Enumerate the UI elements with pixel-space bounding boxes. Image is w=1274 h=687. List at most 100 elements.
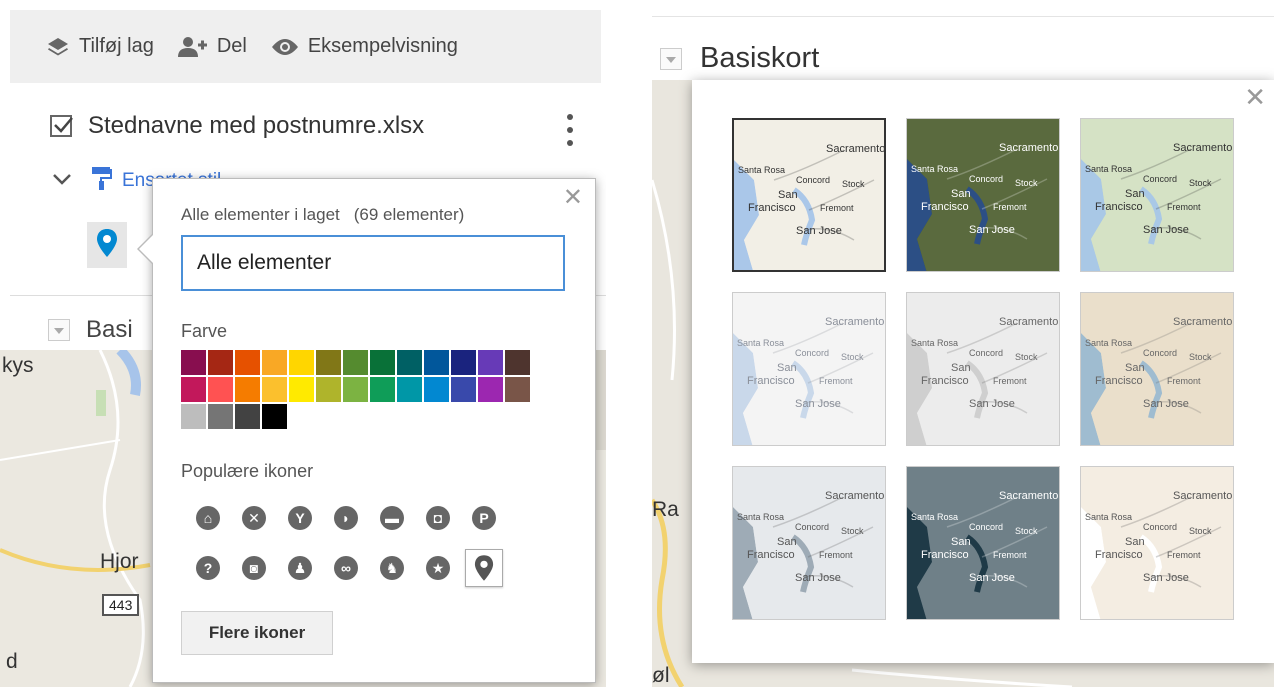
basemap-city-label: Santa Rosa [737, 338, 785, 348]
color-swatch[interactable] [505, 350, 530, 375]
color-swatch[interactable] [208, 350, 233, 375]
basemap-city-label: Santa Rosa [1085, 338, 1133, 348]
color-swatch[interactable] [424, 350, 449, 375]
basemap-mono-city-tile[interactable]: Sacramento Santa Rosa Concord Stock San Franc… [906, 292, 1060, 446]
layers-icon [46, 36, 70, 58]
icon-option[interactable]: ▬ [373, 499, 411, 537]
basemap-city-label: Concord [969, 174, 1004, 184]
basemap-city-label: Fremont [1167, 550, 1201, 560]
icon-option[interactable]: ? [189, 549, 227, 587]
color-swatch[interactable] [316, 377, 341, 402]
basemap-whitewater-tile[interactable]: Sacramento Santa Rosa Concord Stock San Franc… [1080, 466, 1234, 620]
top-divider [652, 16, 1274, 17]
color-swatch[interactable] [262, 404, 287, 429]
color-swatch[interactable] [181, 350, 206, 375]
icon-option[interactable]: P [465, 499, 503, 537]
color-swatch[interactable] [397, 350, 422, 375]
basemap-city-label: San [1125, 188, 1145, 200]
basemap-city-label: Concord [795, 348, 830, 358]
color-swatch[interactable] [208, 377, 233, 402]
color-swatch[interactable] [343, 350, 368, 375]
checkmark-icon [54, 117, 73, 133]
color-swatch[interactable] [316, 350, 341, 375]
basemap-section-label: Basi [86, 316, 133, 343]
layer-visibility-checkbox[interactable] [50, 115, 73, 137]
color-swatch[interactable] [262, 350, 287, 375]
basemap-city-label: San [951, 362, 971, 374]
color-swatch[interactable] [343, 377, 368, 402]
color-swatch[interactable] [478, 350, 503, 375]
basemap-city-label: San Jose [969, 398, 1015, 410]
share-button[interactable]: Del [177, 35, 247, 58]
close-icon[interactable]: ✕ [1244, 82, 1266, 113]
basemap-city-label: Sacramento [999, 142, 1059, 154]
close-icon[interactable]: ✕ [563, 183, 583, 212]
collapse-toggle-icon[interactable] [660, 47, 682, 70]
icon-option[interactable]: ♟ [281, 549, 319, 587]
color-swatch[interactable] [181, 377, 206, 402]
icon-option[interactable]: ◘ [419, 499, 457, 537]
color-swatch[interactable] [478, 377, 503, 402]
map-toolbar: Tilføj lag Del Eksempelvisning [10, 10, 601, 83]
color-swatch[interactable] [289, 377, 314, 402]
add-layer-button[interactable]: Tilføj lag [46, 35, 154, 58]
color-swatch[interactable] [262, 377, 287, 402]
icon-option[interactable]: ♞ [373, 549, 411, 587]
icon-option[interactable]: ◙ [235, 549, 273, 587]
basemap-map-tile[interactable]: Sacramento Santa Rosa Concord Stock San Franc… [732, 118, 886, 272]
color-label: Farve [181, 321, 228, 341]
layer-options-menu-icon[interactable] [560, 112, 580, 148]
map-place-label: Hjor [100, 550, 139, 573]
popup-pointer [139, 234, 154, 264]
hotel-icon: ▬ [380, 506, 404, 530]
preview-button[interactable]: Eksempelvisning [271, 35, 458, 58]
icon-option[interactable]: Y [281, 499, 319, 537]
layer-name[interactable]: Stednavne med postnumre.xlsx [88, 112, 424, 140]
basemap-section-label: Basiskort [700, 42, 820, 74]
basemap-simple-atlas-tile[interactable]: Sacramento Santa Rosa Concord Stock San Franc… [1080, 292, 1234, 446]
icon-option[interactable]: ★ [419, 549, 457, 587]
icon-option[interactable]: ∞ [327, 549, 365, 587]
color-swatch[interactable] [370, 377, 395, 402]
basemap-city-label: Santa Rosa [737, 512, 785, 522]
icon-option[interactable]: ✕ [235, 499, 273, 537]
basemap-city-label: Fremont [820, 203, 854, 213]
cycling-icon: ∞ [334, 556, 358, 580]
color-swatch[interactable] [235, 350, 260, 375]
color-swatch[interactable] [235, 377, 260, 402]
color-swatch[interactable] [451, 377, 476, 402]
help-icon: ? [196, 556, 220, 580]
basemap-section-header[interactable]: Basiskort [660, 42, 819, 75]
color-swatch[interactable] [424, 377, 449, 402]
more-icons-button[interactable]: Flere ikoner [181, 611, 333, 655]
basemap-city-label: Santa Rosa [1085, 164, 1133, 174]
basemap-section-header[interactable]: Basi [48, 316, 133, 344]
element-name-input[interactable] [181, 235, 565, 291]
basemap-dark-landmass-tile[interactable]: Sacramento Santa Rosa Concord Stock San Franc… [906, 466, 1060, 620]
icon-option[interactable]: ⌂ [189, 499, 227, 537]
color-swatch[interactable] [370, 350, 395, 375]
color-swatch[interactable] [181, 404, 206, 429]
basemap-city-label: Santa Rosa [738, 165, 786, 175]
basemap-city-label: Francisco [1095, 201, 1143, 213]
basemap-city-label: San [777, 536, 797, 548]
basemap-satellite-tile[interactable]: Sacramento Santa Rosa Concord Stock San Franc… [906, 118, 1060, 272]
parking-icon: P [472, 506, 496, 530]
basemap-light-political-tile[interactable]: Sacramento Santa Rosa Concord Stock San Franc… [732, 292, 886, 446]
chevron-down-icon[interactable] [52, 170, 72, 192]
collapse-toggle-icon[interactable] [48, 319, 70, 341]
color-swatch[interactable] [289, 350, 314, 375]
basemap-light-landmass-tile[interactable]: Sacramento Santa Rosa Concord Stock San Franc… [732, 466, 886, 620]
feature-icon-button[interactable] [87, 222, 127, 268]
basemap-city-label: Santa Rosa [911, 338, 959, 348]
basemap-city-label: San Jose [1143, 224, 1189, 236]
color-swatch[interactable] [208, 404, 233, 429]
color-swatch[interactable] [397, 377, 422, 402]
color-swatch[interactable] [505, 377, 530, 402]
basemap-terrain-tile[interactable]: Sacramento Santa Rosa Concord Stock San Franc… [1080, 118, 1234, 272]
color-swatch[interactable] [451, 350, 476, 375]
icon-option[interactable] [465, 549, 503, 587]
basemap-city-label: San [1125, 536, 1145, 548]
icon-option[interactable]: ◗ [327, 499, 365, 537]
color-swatch[interactable] [235, 404, 260, 429]
